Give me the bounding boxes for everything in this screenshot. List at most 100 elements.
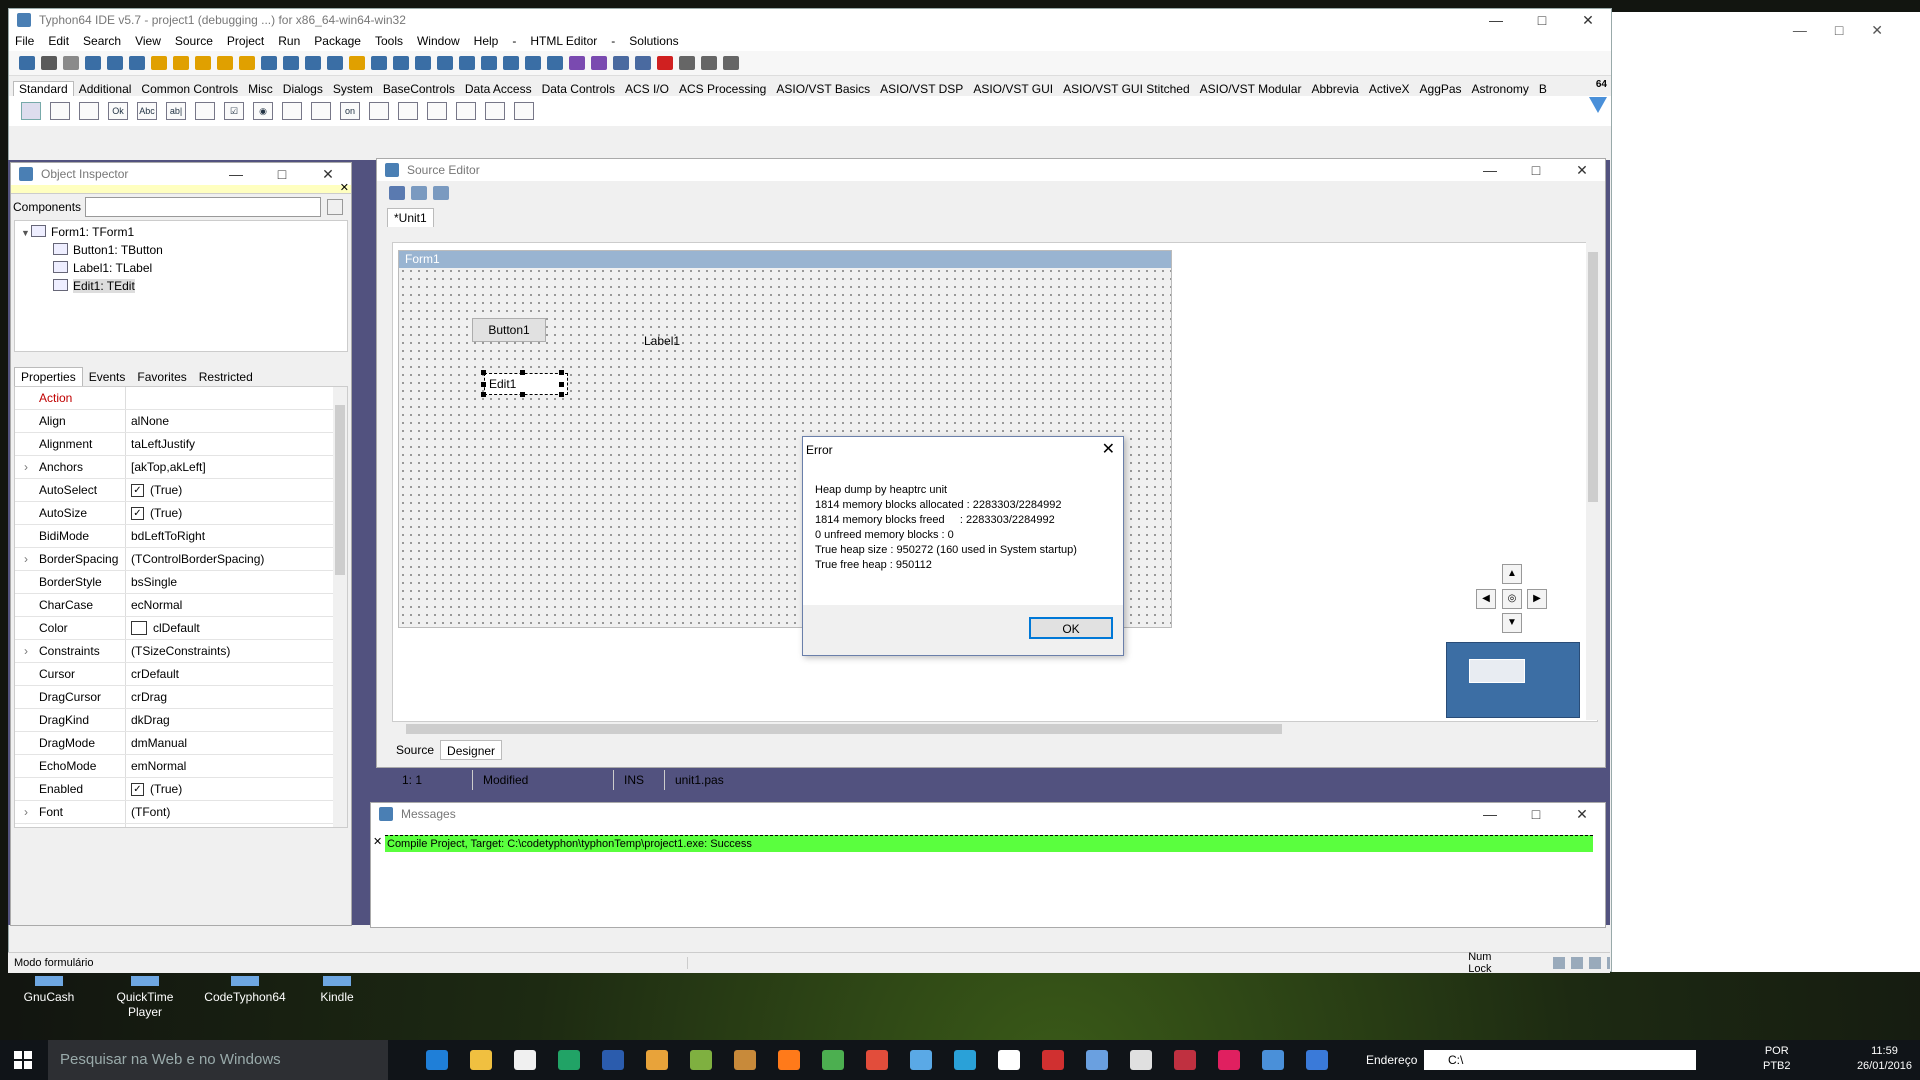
nav-center-icon[interactable]: ◎ xyxy=(1502,589,1522,609)
toolbar-tool-icon[interactable] xyxy=(107,56,123,70)
palette-tab-data-access[interactable]: Data Access xyxy=(460,82,537,96)
toolbar-tool-icon[interactable] xyxy=(349,56,365,70)
menu-view[interactable]: View xyxy=(135,34,161,48)
property-value-cell[interactable]: ecNormal xyxy=(126,594,182,616)
palette-tab-misc[interactable]: Misc xyxy=(243,82,278,96)
object-inspector-titlebar[interactable]: Object Inspector — □ ✕ xyxy=(11,163,351,185)
property-row-echomode[interactable]: EchoMode emNormal xyxy=(15,755,347,778)
toolbar-tool-icon[interactable] xyxy=(151,56,167,70)
property-value-cell[interactable]: (TFont) xyxy=(126,801,170,823)
label1-control[interactable]: Label1 xyxy=(644,334,680,348)
nav-right-icon[interactable]: ▶ xyxy=(1527,589,1547,609)
designer-vertical-scrollbar[interactable] xyxy=(1586,240,1600,720)
taskbar-app-icon[interactable] xyxy=(866,1050,888,1070)
grip-top-right[interactable] xyxy=(559,370,564,375)
taskbar-app-icon[interactable] xyxy=(1174,1050,1196,1070)
property-value-cell[interactable]: ✓ (True) xyxy=(126,502,182,524)
home-icon[interactable] xyxy=(389,186,405,200)
toolbar-tool-icon[interactable] xyxy=(459,56,475,70)
palette-tab-data-controls[interactable]: Data Controls xyxy=(537,82,620,96)
property-row-cursor[interactable]: Cursor crDefault xyxy=(15,663,347,686)
toolbar-tool-icon[interactable] xyxy=(613,56,629,70)
menu-solutions[interactable]: Solutions xyxy=(629,34,678,48)
property-value-cell[interactable]: taLeftJustify xyxy=(126,433,195,455)
ok-button[interactable]: OK xyxy=(1029,617,1113,639)
property-grid-scrollbar[interactable] xyxy=(333,387,347,827)
start-button[interactable] xyxy=(14,1051,32,1069)
taskbar-app-icon[interactable] xyxy=(734,1050,756,1070)
component-icon[interactable] xyxy=(514,102,534,120)
taskbar-app-icon[interactable] xyxy=(1042,1050,1064,1070)
palette-tab-asio-vst-gui[interactable]: ASIO/VST GUI xyxy=(968,82,1058,96)
inspector-tab-properties[interactable]: Properties xyxy=(14,367,83,386)
property-row-action[interactable]: Action xyxy=(15,387,347,410)
ide-titlebar[interactable]: Typhon64 IDE v5.7 - project1 (debugging … xyxy=(9,9,1611,31)
toolbar-tool-icon[interactable] xyxy=(591,56,607,70)
grip-top-left[interactable] xyxy=(481,370,486,375)
nav-left-icon[interactable]: ◀ xyxy=(1476,589,1496,609)
desktop-icon-codetyphon64[interactable]: CodeTyphon64 xyxy=(200,976,290,1005)
property-value-cell[interactable]: alNone xyxy=(126,410,169,432)
toolbar-tool-icon[interactable] xyxy=(635,56,651,70)
component-icon[interactable] xyxy=(311,102,331,120)
toolbar-tool-icon[interactable] xyxy=(173,56,189,70)
messages-close-button[interactable]: ✕ xyxy=(1559,803,1605,825)
messages-close-icon[interactable]: ✕ xyxy=(373,835,382,848)
grip-top[interactable] xyxy=(520,370,525,375)
component-icon[interactable] xyxy=(369,102,389,120)
palette-tab-astronomy[interactable]: Astronomy xyxy=(1467,82,1534,96)
property-row-align[interactable]: Align alNone xyxy=(15,410,347,433)
menu-project[interactable]: Project xyxy=(227,34,264,48)
taskbar-app-icon[interactable] xyxy=(822,1050,844,1070)
error-dialog-titlebar[interactable]: Error ✕ xyxy=(803,437,1123,463)
editor-tab-designer[interactable]: Designer xyxy=(440,740,503,760)
expand-icon[interactable]: › xyxy=(15,548,37,570)
toolbar-tool-icon[interactable] xyxy=(261,56,277,70)
property-row-charcase[interactable]: CharCase ecNormal xyxy=(15,594,347,617)
toolbar-tool-icon[interactable] xyxy=(195,56,211,70)
component-icon[interactable]: ☑ xyxy=(224,102,244,120)
toolbar-tool-icon[interactable] xyxy=(63,56,79,70)
menu-edit[interactable]: Edit xyxy=(48,34,69,48)
property-row-height[interactable]: Height 23 xyxy=(15,824,347,827)
property-value-cell[interactable]: (TControlBorderSpacing) xyxy=(126,548,264,570)
palette-tab-standard[interactable]: Standard xyxy=(13,81,74,96)
component-icon[interactable] xyxy=(485,102,505,120)
editor-tab-source[interactable]: Source xyxy=(390,740,440,760)
toolbar-tool-icon[interactable] xyxy=(283,56,299,70)
taskbar-app-icon[interactable] xyxy=(602,1050,624,1070)
component-icon[interactable]: on xyxy=(340,102,360,120)
palette-tab-aggpas[interactable]: AggPas xyxy=(1415,82,1467,96)
property-value-cell[interactable] xyxy=(126,387,131,409)
palette-tab-asio-vst-basics[interactable]: ASIO/VST Basics xyxy=(771,82,875,96)
source-editor-titlebar[interactable]: Source Editor — □ ✕ xyxy=(377,159,1605,181)
desktop-icon-gnucash[interactable]: GnuCash xyxy=(4,976,94,1005)
toolbar-tool-icon[interactable] xyxy=(371,56,387,70)
component-icon[interactable]: ◉ xyxy=(253,102,273,120)
property-row-constraints[interactable]: › Constraints (TSizeConstraints) xyxy=(15,640,347,663)
property-value-cell[interactable]: crDrag xyxy=(126,686,167,708)
expand-icon[interactable]: › xyxy=(15,640,37,662)
palette-tab-common-controls[interactable]: Common Controls xyxy=(136,82,243,96)
taskbar-app-icon[interactable] xyxy=(690,1050,712,1070)
messages-minimize-button[interactable]: — xyxy=(1467,803,1513,825)
toolbar-tool-icon[interactable] xyxy=(305,56,321,70)
palette-tab-basecontrols[interactable]: BaseControls xyxy=(378,82,460,96)
nav-down-icon[interactable]: ▼ xyxy=(1502,613,1522,633)
grip-left[interactable] xyxy=(481,382,486,387)
property-row-dragmode[interactable]: DragMode dmManual xyxy=(15,732,347,755)
property-value-cell[interactable]: emNormal xyxy=(126,755,186,777)
property-value-cell[interactable]: 23 xyxy=(126,824,144,827)
taskbar-app-icon[interactable] xyxy=(1130,1050,1152,1070)
address-toolbar-input[interactable]: C:\ xyxy=(1424,1050,1696,1070)
view-mode-icons[interactable] xyxy=(1553,957,1610,969)
menu-package[interactable]: Package xyxy=(314,34,361,48)
property-row-color[interactable]: Color clDefault xyxy=(15,617,347,640)
property-value-cell[interactable]: (TSizeConstraints) xyxy=(126,640,230,662)
palette-tab-additional[interactable]: Additional xyxy=(74,82,137,96)
checkbox-icon[interactable]: ✓ xyxy=(131,782,144,796)
toolbar-tool-icon[interactable] xyxy=(657,56,673,70)
taskbar-clock[interactable]: 11:59 26/01/2016 xyxy=(1857,1044,1912,1074)
toolbar-tool-icon[interactable] xyxy=(415,56,431,70)
component-icon[interactable]: ab| xyxy=(166,102,186,120)
